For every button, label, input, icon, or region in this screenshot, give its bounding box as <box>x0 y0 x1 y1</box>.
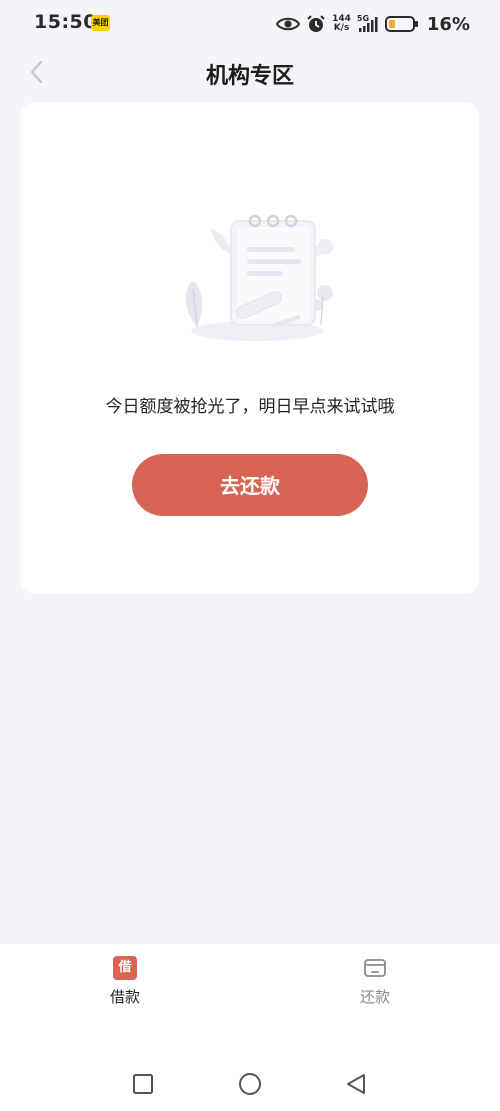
status-bar: 15:50 美团 144 K/s 5G 16% <box>0 0 500 48</box>
header: 机构专区 <box>0 48 500 98</box>
nav-label-borrow: 借款 <box>109 988 140 1006</box>
system-nav-bar <box>0 1064 500 1104</box>
empty-message: 今日额度被抢光了，明日早点来试试哦 <box>105 397 395 417</box>
borrow-icon: 借 <box>113 956 137 980</box>
battery-percent: 16% <box>426 13 470 35</box>
network-speed: 144 K/s <box>332 15 351 33</box>
status-time: 15:50 <box>34 11 97 33</box>
square-icon[interactable] <box>131 1072 155 1096</box>
signal-icon: 5G <box>357 14 379 34</box>
nav-item-repay[interactable]: 还款 <box>335 956 415 1007</box>
empty-notebook-illustration <box>185 214 333 341</box>
go-repay-button[interactable]: 去还款 <box>132 454 368 516</box>
meituan-badge-icon: 美团 <box>91 15 110 31</box>
battery-icon <box>384 16 418 32</box>
circle-icon[interactable] <box>238 1072 262 1096</box>
nav-item-borrow[interactable]: 借 借款 <box>85 956 165 1007</box>
page-title: 机构专区 <box>205 64 294 89</box>
triangle-back-icon[interactable] <box>344 1072 368 1096</box>
main-card: 今日额度被抢光了，明日早点来试试哦 去还款 <box>21 102 479 594</box>
eye-icon <box>276 17 301 31</box>
card-icon <box>364 959 386 977</box>
speed-unit: K/s <box>333 23 350 33</box>
status-icons: 144 K/s 5G 16% <box>276 12 470 36</box>
alarm-icon <box>307 15 325 32</box>
nav-label-repay: 还款 <box>359 988 390 1006</box>
